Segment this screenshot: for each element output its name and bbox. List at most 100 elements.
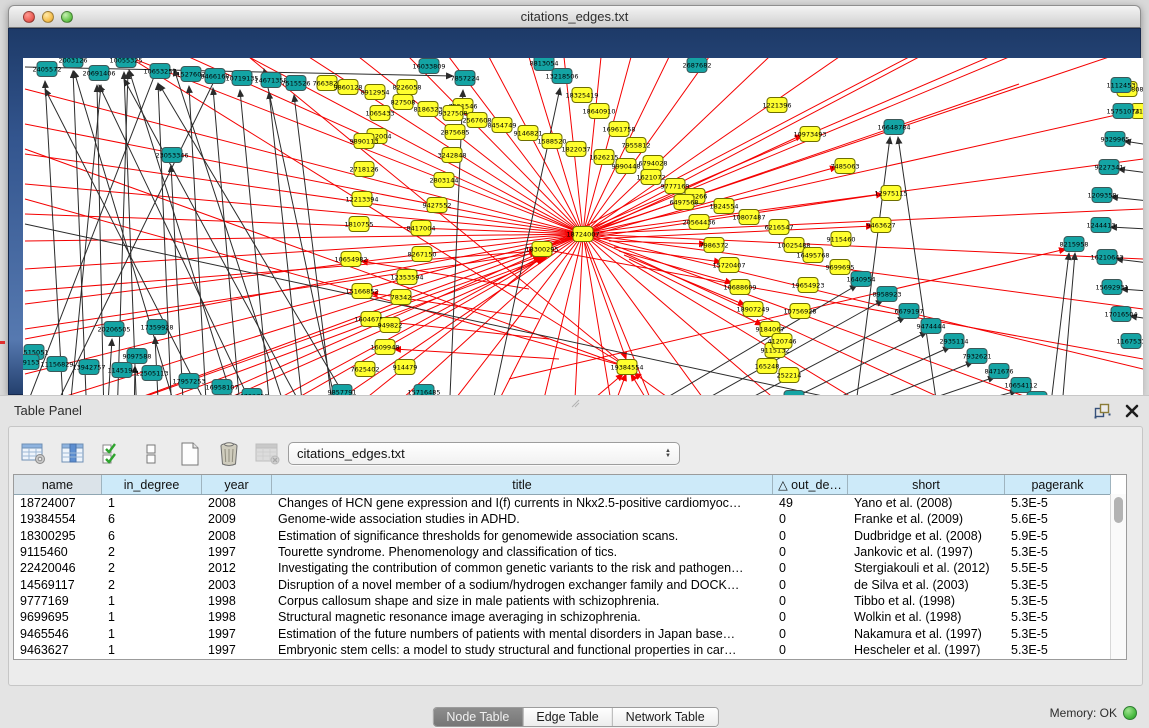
graph-node[interactable]: 1822037 (562, 142, 591, 157)
cell-in_degree[interactable]: 6 (102, 529, 202, 543)
column-header-name[interactable]: name (14, 475, 102, 494)
cell-name[interactable]: 9465546 (14, 627, 102, 641)
graph-node[interactable]: 1167533 (1117, 334, 1143, 349)
graph-node[interactable]: 1621072 (637, 170, 666, 185)
column-header-out_de[interactable]: △ out_de… (773, 475, 848, 494)
cell-out_de[interactable]: 0 (773, 578, 848, 592)
graph-node[interactable]: 9329965 (1101, 132, 1130, 147)
table-row[interactable]: 1830029562008Estimation of significance … (14, 528, 1126, 544)
cell-pagerank[interactable]: 5.6E-5 (1005, 512, 1111, 526)
cell-pagerank[interactable]: 5.3E-5 (1005, 627, 1111, 641)
graph-node[interactable]: 18640910 (582, 104, 615, 119)
select-rows-icon[interactable] (97, 439, 127, 469)
cell-in_degree[interactable]: 1 (102, 627, 202, 641)
graph-node[interactable]: 2803144 (430, 173, 459, 188)
graph-node[interactable]: 20691406 (82, 66, 115, 81)
cell-short[interactable]: Yano et al. (2008) (848, 496, 1005, 510)
graph-node[interactable]: 1221396 (763, 98, 792, 113)
cell-out_de[interactable]: 0 (773, 594, 848, 608)
graph-node[interactable]: 165248 (755, 359, 780, 374)
cell-name[interactable]: 9115460 (14, 545, 102, 559)
table-row[interactable]: 969969511998Structural magnetic resonanc… (14, 609, 1126, 625)
table-row[interactable]: 1938455462009Genome-wide association stu… (14, 511, 1126, 527)
cell-pagerank[interactable]: 5.3E-5 (1005, 578, 1111, 592)
cell-short[interactable]: Wolkin et al. (1998) (848, 610, 1005, 624)
cell-title[interactable]: Estimation of the future numbers of pati… (272, 627, 773, 641)
graph-node[interactable]: 12353594 (390, 270, 423, 285)
new-table-icon[interactable] (175, 439, 205, 469)
graph-node[interactable]: 8912954 (361, 85, 390, 100)
cell-year[interactable]: 2003 (202, 578, 272, 592)
table-select-dropdown[interactable]: citations_edges.txt ▲▼ (288, 442, 680, 465)
cell-pagerank[interactable]: 5.3E-5 (1005, 610, 1111, 624)
graph-node[interactable]: 1626215 (590, 150, 619, 165)
scrollbar-thumb[interactable] (1114, 497, 1123, 523)
cell-year[interactable]: 1998 (202, 610, 272, 624)
graph-node[interactable]: 9699695 (826, 260, 855, 275)
cell-out_de[interactable]: 0 (773, 610, 848, 624)
graph-node[interactable]: 4120746 (768, 334, 797, 349)
graph-node[interactable]: 8186323 (414, 102, 443, 117)
network-canvas[interactable]: 1872400718300295193845547663822986012889… (23, 58, 1143, 418)
cell-year[interactable]: 1997 (202, 627, 272, 641)
cell-pagerank[interactable]: 5.9E-5 (1005, 529, 1111, 543)
graph-node[interactable]: 3242848 (438, 148, 467, 163)
float-panel-icon[interactable] (1094, 403, 1111, 419)
graph-node[interactable]: 2405572 (33, 62, 62, 77)
cell-out_de[interactable]: 0 (773, 545, 848, 559)
close-panel-icon[interactable] (1125, 404, 1139, 418)
cell-out_de[interactable]: 0 (773, 627, 848, 641)
column-header-in_degree[interactable]: in_degree (102, 475, 202, 494)
cell-year[interactable]: 1997 (202, 643, 272, 657)
graph-node[interactable]: 827508 (391, 95, 416, 110)
cell-title[interactable]: Genome-wide association studies in ADHD. (272, 512, 773, 526)
cell-in_degree[interactable]: 2 (102, 578, 202, 592)
cell-year[interactable]: 2008 (202, 496, 272, 510)
cell-out_de[interactable]: 0 (773, 643, 848, 657)
cell-name[interactable]: 19384554 (14, 512, 102, 526)
row-height-icon[interactable] (136, 439, 166, 469)
network-graph[interactable]: 1872400718300295193845547663822986012889… (23, 58, 1143, 418)
table-row[interactable]: 946554611997Estimation of the future num… (14, 625, 1126, 641)
graph-node[interactable]: 8454749 (488, 118, 517, 133)
cell-title[interactable]: Estimation of significance thresholds fo… (272, 529, 773, 543)
graph-node[interactable]: 7955812 (622, 138, 651, 153)
graph-node[interactable]: 2718126 (350, 162, 379, 177)
graph-node[interactable]: 9990448 (612, 159, 641, 174)
cell-in_degree[interactable]: 1 (102, 610, 202, 624)
cell-short[interactable]: Stergiakouli et al. (2012) (848, 561, 1005, 575)
graph-node[interactable]: 9327508 (439, 106, 468, 121)
cell-short[interactable]: de Silva et al. (2003) (848, 578, 1005, 592)
graph-node[interactable]: 8466160 (201, 69, 230, 84)
cell-name[interactable]: 22420046 (14, 561, 102, 575)
cell-out_de[interactable]: 0 (773, 561, 848, 575)
table-row[interactable]: 1872400712008Changes of HCN gene express… (14, 495, 1126, 511)
cell-pagerank[interactable]: 5.3E-5 (1005, 643, 1111, 657)
graph-node[interactable]: 1824554 (710, 199, 739, 214)
graph-node[interactable]: 16961758 (602, 122, 635, 137)
cell-short[interactable]: Tibbo et al. (1998) (848, 594, 1005, 608)
graph-node[interactable]: 78342 (391, 290, 412, 305)
cell-short[interactable]: Jankovic et al. (1997) (848, 545, 1005, 559)
graph-node[interactable]: 9146821 (514, 126, 543, 141)
graph-node[interactable]: 2687682 (683, 58, 712, 73)
cell-out_de[interactable]: 0 (773, 512, 848, 526)
graph-node[interactable]: 18325419 (565, 88, 598, 103)
cell-in_degree[interactable]: 2 (102, 561, 202, 575)
graph-node[interactable]: 6679197 (895, 304, 924, 319)
graph-node[interactable]: 1145194 (108, 363, 137, 378)
graph-node[interactable]: 6216547 (765, 220, 794, 235)
graph-node[interactable]: 8471676 (985, 364, 1014, 379)
cell-in_degree[interactable]: 6 (102, 512, 202, 526)
graph-node[interactable]: 10756928 (783, 304, 816, 319)
cell-in_degree[interactable]: 2 (102, 545, 202, 559)
graph-node[interactable]: 1588520 (538, 134, 567, 149)
cell-pagerank[interactable]: 5.3E-5 (1005, 594, 1111, 608)
cell-short[interactable]: Hescheler et al. (1997) (848, 643, 1005, 657)
graph-node[interactable]: 1112453 (1107, 78, 1136, 93)
graph-node[interactable]: 9463627 (867, 218, 896, 233)
graph-node[interactable]: 15720407 (712, 258, 745, 273)
column-header-pagerank[interactable]: pagerank (1005, 475, 1111, 494)
table-row[interactable]: 1456911722003Disruption of a novel membe… (14, 576, 1126, 592)
graph-node[interactable]: 9860128 (334, 80, 363, 95)
